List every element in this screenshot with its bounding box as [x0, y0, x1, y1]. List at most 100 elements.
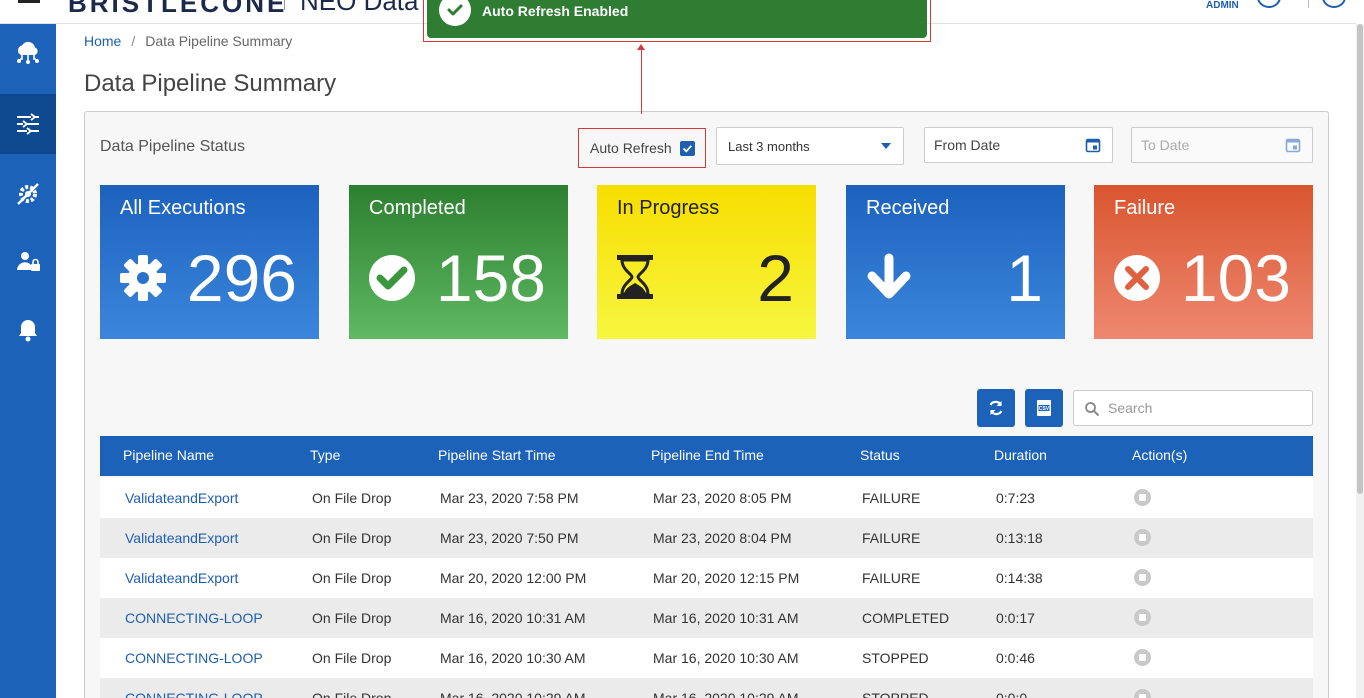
column-header-status[interactable]: Status	[860, 447, 900, 463]
pipeline-duration: 0:0:46	[996, 650, 1035, 666]
column-header-start-time[interactable]: Pipeline Start Time	[438, 447, 556, 463]
times-circle-icon	[1114, 255, 1160, 301]
pipeline-start-time: Mar 16, 2020 10:30 AM	[440, 650, 586, 666]
refresh-button[interactable]	[977, 389, 1015, 427]
from-date-placeholder: From Date	[934, 137, 1001, 153]
check-circle-icon	[369, 255, 415, 301]
pipeline-name-link[interactable]: ValidateandExport	[125, 530, 238, 546]
pipeline-status: COMPLETED	[862, 610, 950, 626]
stop-icon[interactable]	[1134, 529, 1151, 546]
from-date-field[interactable]: From Date	[924, 127, 1113, 163]
chevron-down-icon	[881, 143, 891, 149]
pipeline-start-time: Mar 23, 2020 7:58 PM	[440, 490, 579, 506]
pipeline-status: STOPPED	[862, 650, 929, 666]
checkmark-icon	[682, 144, 692, 153]
page-scrollbar-thumb[interactable]	[1357, 24, 1363, 494]
stop-icon[interactable]	[1134, 569, 1151, 586]
sidebar-item-configuration[interactable]	[0, 164, 56, 224]
pipeline-status: FAILURE	[862, 490, 921, 506]
svg-text:CSV: CSV	[1039, 406, 1050, 412]
pipeline-type: On File Drop	[312, 650, 392, 666]
date-range-select[interactable]: Last 3 months	[716, 127, 904, 165]
settings-tools-icon	[17, 183, 39, 205]
table-row: ValidateandExport On File Drop Mar 20, 2…	[100, 558, 1313, 598]
help-icon[interactable]	[1322, 0, 1346, 8]
header-divider	[1308, 0, 1309, 8]
pipeline-duration: 0:14:38	[996, 570, 1043, 586]
search-placeholder: Search	[1108, 400, 1153, 416]
stop-icon[interactable]	[1134, 489, 1151, 506]
pipeline-duration: 0:0:17	[996, 610, 1035, 626]
pipeline-status: STOPPED	[862, 690, 929, 698]
pipeline-duration: 0:0:0	[996, 690, 1028, 698]
breadcrumb-home-link[interactable]: Home	[84, 33, 121, 49]
pipeline-name-link[interactable]: ValidateandExport	[125, 570, 238, 586]
export-csv-button[interactable]: CSV	[1025, 389, 1063, 427]
header-divider	[284, 0, 285, 10]
card-all-executions[interactable]: All Executions 296	[100, 185, 319, 339]
card-completed[interactable]: Completed 158	[349, 185, 568, 339]
user-lock-icon	[17, 252, 40, 271]
page-title: Data Pipeline Summary	[84, 70, 337, 97]
card-label: Failure	[1114, 197, 1176, 219]
column-header-duration[interactable]: Duration	[994, 447, 1047, 463]
card-label: Received	[866, 197, 950, 219]
toast-notification[interactable]: Auto Refresh Enabled	[427, 0, 927, 38]
stop-icon[interactable]	[1134, 649, 1151, 666]
breadcrumb: Home / Data Pipeline Summary	[84, 33, 292, 49]
pipeline-start-time: Mar 20, 2020 12:00 PM	[440, 570, 587, 586]
search-icon	[1085, 402, 1100, 417]
check-circle-icon	[439, 0, 471, 26]
pipeline-status: FAILURE	[862, 530, 921, 546]
card-value: 2	[757, 241, 794, 315]
card-value: 296	[186, 241, 297, 315]
auto-refresh-checkbox[interactable]	[679, 140, 695, 156]
card-received[interactable]: Received 1	[846, 185, 1065, 339]
calendar-icon[interactable]	[1285, 137, 1301, 153]
pipeline-end-time: Mar 16, 2020 10:30 AM	[653, 650, 799, 666]
pipeline-duration: 0:13:18	[996, 530, 1043, 546]
breadcrumb-current: Data Pipeline Summary	[145, 33, 293, 49]
sidebar	[0, 24, 56, 698]
to-date-placeholder: To Date	[1141, 137, 1190, 153]
card-value: 158	[435, 241, 546, 315]
app-name: NEO Data	[300, 0, 419, 16]
calendar-icon[interactable]	[1085, 137, 1101, 153]
brand-logo[interactable]: BRISTLECONE	[68, 0, 287, 19]
sidebar-item-pipelines[interactable]	[0, 94, 56, 154]
stop-icon[interactable]	[1134, 689, 1151, 698]
menu-icon[interactable]	[18, 0, 40, 3]
card-label: All Executions	[120, 197, 246, 219]
annotation-arrow-head	[637, 44, 645, 50]
card-failure[interactable]: Failure 103	[1094, 185, 1313, 339]
pipeline-type: On File Drop	[312, 530, 392, 546]
column-header-end-time[interactable]: Pipeline End Time	[651, 447, 764, 463]
auto-refresh-toggle[interactable]: Auto Refresh	[578, 128, 706, 168]
table-row: ValidateandExport On File Drop Mar 23, 2…	[100, 518, 1313, 558]
sidebar-item-user-access[interactable]	[0, 232, 56, 292]
to-date-field[interactable]: To Date	[1131, 127, 1313, 163]
column-header-type[interactable]: Type	[310, 447, 340, 463]
pipeline-name-link[interactable]: CONNECTING-LOOP	[125, 650, 263, 666]
date-range-value: Last 3 months	[728, 139, 810, 154]
breadcrumb-separator: /	[131, 33, 136, 49]
pipeline-duration: 0:7:23	[996, 490, 1035, 506]
user-role-label: ADMIN	[1206, 0, 1239, 11]
cloud-network-icon	[17, 41, 39, 64]
pipeline-end-time: Mar 16, 2020 10:29 AM	[653, 690, 799, 698]
gear-icon	[120, 255, 166, 301]
column-header-pipeline-name[interactable]: Pipeline Name	[123, 447, 214, 463]
hourglass-icon	[617, 255, 653, 299]
stop-icon[interactable]	[1134, 609, 1151, 626]
user-icon[interactable]	[1257, 0, 1281, 8]
pipeline-name-link[interactable]: CONNECTING-LOOP	[125, 690, 263, 698]
pipeline-end-time: Mar 20, 2020 12:15 PM	[653, 570, 800, 586]
pipeline-name-link[interactable]: ValidateandExport	[125, 490, 238, 506]
pipeline-end-time: Mar 23, 2020 8:05 PM	[653, 490, 792, 506]
pipeline-type: On File Drop	[312, 690, 392, 698]
pipeline-name-link[interactable]: CONNECTING-LOOP	[125, 610, 263, 626]
card-in-progress[interactable]: In Progress 2	[597, 185, 816, 339]
sidebar-item-notifications[interactable]	[0, 300, 56, 360]
table-search-input[interactable]: Search	[1073, 390, 1313, 426]
sidebar-item-data-sources[interactable]	[0, 24, 56, 84]
